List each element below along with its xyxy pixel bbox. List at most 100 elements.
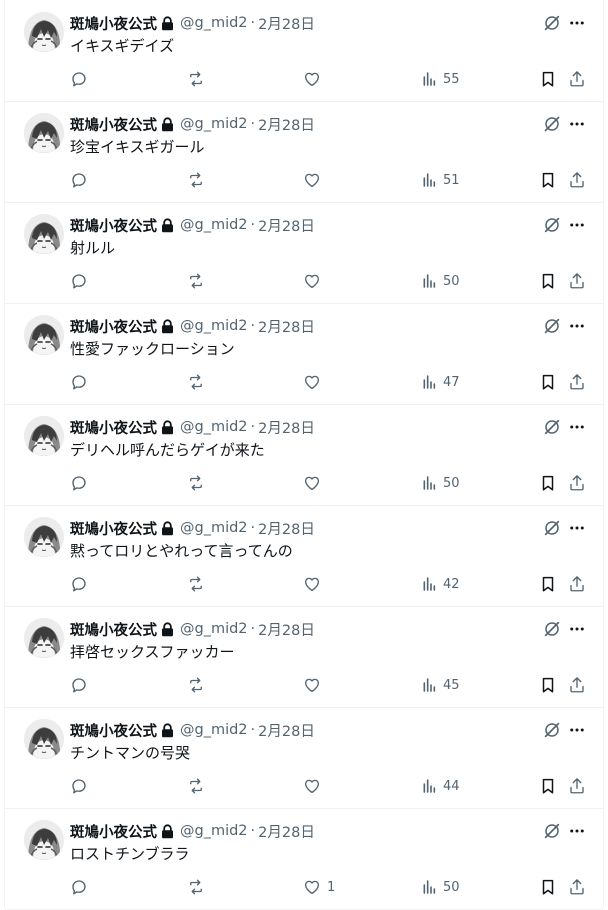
- tweet-article[interactable]: 斑鳩小夜公式 @g_mid2 · 2月28日 デリヘル呼んだらゲイが来た 50: [5, 404, 603, 506]
- tweet-date[interactable]: 2月28日: [258, 821, 315, 842]
- tweet-article[interactable]: 斑鳩小夜公式 @g_mid2 · 2月28日 珍宝イキスギガール 51: [5, 101, 603, 203]
- bookmark-button[interactable]: [539, 877, 557, 897]
- bookmark-button[interactable]: [539, 574, 557, 594]
- reply-button[interactable]: [70, 170, 88, 190]
- reply-button[interactable]: [70, 776, 88, 796]
- views-button[interactable]: 55: [421, 69, 460, 89]
- more-icon[interactable]: [567, 13, 587, 33]
- grok-icon[interactable]: [542, 720, 562, 740]
- reply-button[interactable]: [70, 675, 88, 695]
- tweet-date[interactable]: 2月28日: [258, 316, 315, 337]
- tweet-date[interactable]: 2月28日: [258, 13, 315, 34]
- retweet-button[interactable]: [186, 473, 206, 493]
- bookmark-button[interactable]: [539, 271, 557, 291]
- bookmark-button[interactable]: [539, 170, 557, 190]
- tweet-article[interactable]: 斑鳩小夜公式 @g_mid2 · 2月28日 拝啓セックスファッカー 45: [5, 606, 603, 708]
- author-handle[interactable]: @g_mid2: [180, 621, 248, 637]
- grok-icon[interactable]: [542, 417, 562, 437]
- more-icon[interactable]: [567, 619, 587, 639]
- author-name[interactable]: 斑鳩小夜公式: [70, 720, 157, 741]
- tweet-date[interactable]: 2月28日: [258, 417, 315, 438]
- retweet-button[interactable]: [186, 271, 206, 291]
- tweet-article[interactable]: 斑鳩小夜公式 @g_mid2 · 2月28日 ロストチンブララ 1 50: [5, 808, 603, 910]
- avatar[interactable]: [24, 315, 64, 355]
- author-name[interactable]: 斑鳩小夜公式: [70, 13, 157, 34]
- more-icon[interactable]: [567, 215, 587, 235]
- bookmark-button[interactable]: [539, 776, 557, 796]
- grok-icon[interactable]: [542, 114, 562, 134]
- reply-button[interactable]: [70, 473, 88, 493]
- more-icon[interactable]: [567, 821, 587, 841]
- reply-button[interactable]: [70, 574, 88, 594]
- share-button[interactable]: [568, 372, 586, 392]
- like-button[interactable]: [303, 372, 327, 392]
- share-button[interactable]: [568, 675, 586, 695]
- like-button[interactable]: [303, 675, 327, 695]
- like-button[interactable]: [303, 776, 327, 796]
- views-button[interactable]: 50: [421, 877, 460, 897]
- retweet-button[interactable]: [186, 69, 206, 89]
- reply-button[interactable]: [70, 69, 88, 89]
- retweet-button[interactable]: [186, 170, 206, 190]
- author-handle[interactable]: @g_mid2: [180, 15, 248, 31]
- author-name[interactable]: 斑鳩小夜公式: [70, 619, 157, 640]
- avatar[interactable]: [24, 214, 64, 254]
- views-button[interactable]: 50: [421, 473, 460, 493]
- views-button[interactable]: 42: [421, 574, 460, 594]
- tweet-article[interactable]: 斑鳩小夜公式 @g_mid2 · 2月28日 イキスギデイズ 55: [5, 0, 603, 102]
- grok-icon[interactable]: [542, 13, 562, 33]
- tweet-article[interactable]: 斑鳩小夜公式 @g_mid2 · 2月28日 射ルル 50: [5, 202, 603, 304]
- tweet-article[interactable]: 斑鳩小夜公式 @g_mid2 · 2月28日 性愛ファックローション 47: [5, 303, 603, 405]
- like-button[interactable]: [303, 574, 327, 594]
- share-button[interactable]: [568, 69, 586, 89]
- bookmark-button[interactable]: [539, 473, 557, 493]
- author-handle[interactable]: @g_mid2: [180, 520, 248, 536]
- author-name[interactable]: 斑鳩小夜公式: [70, 417, 157, 438]
- tweet-date[interactable]: 2月28日: [258, 114, 315, 135]
- tweet-date[interactable]: 2月28日: [258, 215, 315, 236]
- views-button[interactable]: 47: [421, 372, 460, 392]
- like-button[interactable]: [303, 271, 327, 291]
- share-button[interactable]: [568, 473, 586, 493]
- author-name[interactable]: 斑鳩小夜公式: [70, 821, 157, 842]
- author-handle[interactable]: @g_mid2: [180, 722, 248, 738]
- grok-icon[interactable]: [542, 215, 562, 235]
- tweet-article[interactable]: 斑鳩小夜公式 @g_mid2 · 2月28日 黙ってロリとやれって言ってんの 4…: [5, 505, 603, 607]
- share-button[interactable]: [568, 574, 586, 594]
- author-name[interactable]: 斑鳩小夜公式: [70, 518, 157, 539]
- author-handle[interactable]: @g_mid2: [180, 217, 248, 233]
- views-button[interactable]: 50: [421, 271, 460, 291]
- views-button[interactable]: 51: [421, 170, 460, 190]
- author-handle[interactable]: @g_mid2: [180, 318, 248, 334]
- grok-icon[interactable]: [542, 619, 562, 639]
- reply-button[interactable]: [70, 877, 88, 897]
- like-button[interactable]: [303, 170, 327, 190]
- more-icon[interactable]: [567, 720, 587, 740]
- avatar[interactable]: [24, 416, 64, 456]
- author-name[interactable]: 斑鳩小夜公式: [70, 215, 157, 236]
- reply-button[interactable]: [70, 271, 88, 291]
- tweet-date[interactable]: 2月28日: [258, 518, 315, 539]
- bookmark-button[interactable]: [539, 69, 557, 89]
- tweet-date[interactable]: 2月28日: [258, 619, 315, 640]
- views-button[interactable]: 44: [421, 776, 460, 796]
- author-handle[interactable]: @g_mid2: [180, 116, 248, 132]
- reply-button[interactable]: [70, 372, 88, 392]
- retweet-button[interactable]: [186, 675, 206, 695]
- avatar[interactable]: [24, 820, 64, 860]
- avatar[interactable]: [24, 12, 64, 52]
- more-icon[interactable]: [567, 316, 587, 336]
- share-button[interactable]: [568, 170, 586, 190]
- grok-icon[interactable]: [542, 821, 562, 841]
- more-icon[interactable]: [567, 518, 587, 538]
- avatar[interactable]: [24, 113, 64, 153]
- retweet-button[interactable]: [186, 372, 206, 392]
- more-icon[interactable]: [567, 417, 587, 437]
- grok-icon[interactable]: [542, 316, 562, 336]
- share-button[interactable]: [568, 776, 586, 796]
- bookmark-button[interactable]: [539, 675, 557, 695]
- like-button[interactable]: [303, 473, 327, 493]
- like-button[interactable]: [303, 69, 327, 89]
- bookmark-button[interactable]: [539, 372, 557, 392]
- author-name[interactable]: 斑鳩小夜公式: [70, 114, 157, 135]
